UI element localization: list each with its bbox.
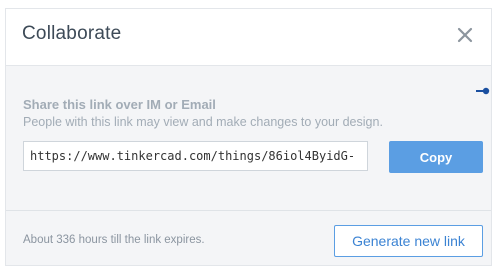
close-icon-graphic bbox=[457, 27, 473, 43]
share-link-input[interactable] bbox=[23, 141, 368, 171]
link-expiry-text: About 336 hours till the link expires. bbox=[23, 234, 205, 246]
share-section: Share this link over IM or Email People … bbox=[6, 66, 491, 210]
dialog-footer: About 336 hours till the link expires. G… bbox=[6, 210, 491, 265]
share-description: People with this link may view and make … bbox=[23, 115, 383, 129]
dialog-title: Collaborate bbox=[22, 23, 122, 44]
collaborate-dialog: Collaborate Share this link over IM or E… bbox=[5, 8, 492, 266]
pointer-indicator-icon bbox=[476, 87, 490, 95]
dialog-header: Collaborate bbox=[6, 9, 491, 66]
close-icon[interactable] bbox=[455, 25, 475, 45]
generate-new-link-button[interactable]: Generate new link bbox=[334, 225, 483, 257]
share-heading: Share this link over IM or Email bbox=[23, 97, 216, 112]
copy-button[interactable]: Copy bbox=[389, 141, 483, 173]
